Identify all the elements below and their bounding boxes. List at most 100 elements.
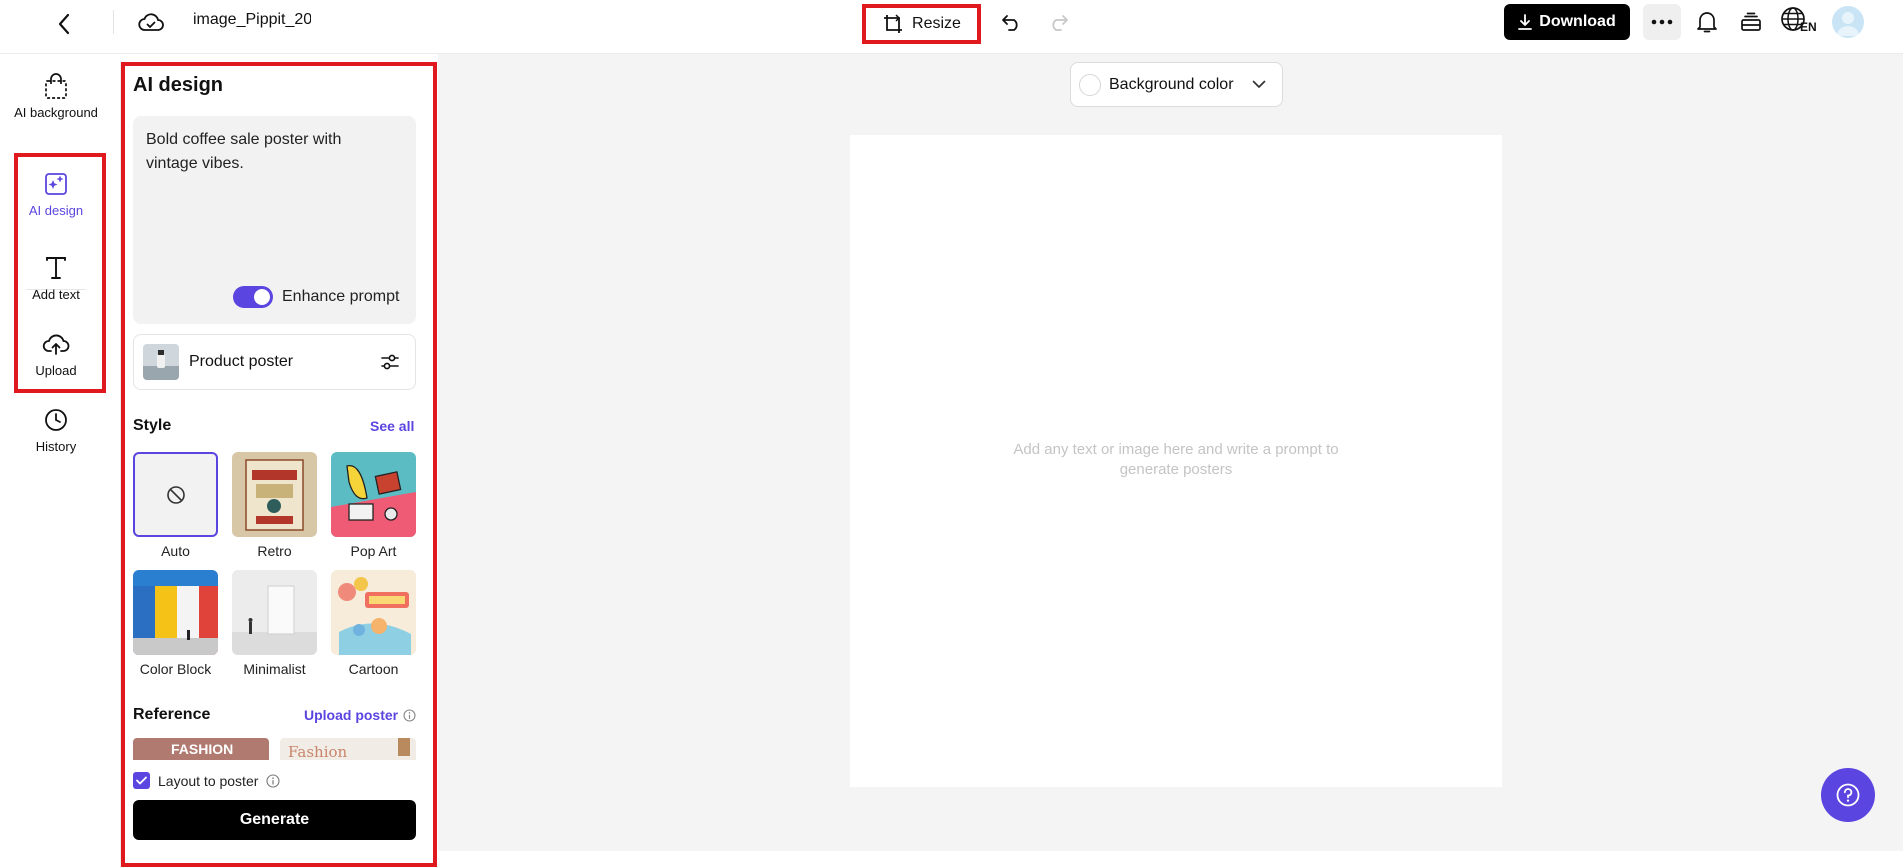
style-color-block[interactable]: Color Block bbox=[133, 570, 218, 677]
panel-title: AI design bbox=[133, 74, 224, 96]
upload-poster-label: Upload poster bbox=[304, 707, 399, 723]
rail-item-ai-background[interactable]: AI background bbox=[14, 72, 98, 121]
help-button[interactable] bbox=[1821, 768, 1875, 822]
notifications-button[interactable] bbox=[1692, 7, 1722, 37]
redo-icon bbox=[1052, 15, 1068, 31]
style-label: Pop Art bbox=[350, 543, 397, 559]
tool-rail: AI background AI design Add text Upload bbox=[0, 54, 112, 867]
rail-item-label: History bbox=[35, 439, 77, 454]
rail-item-upload[interactable]: Upload bbox=[14, 330, 98, 379]
top-bar: image_Pippit_20 Resize Download EN bbox=[0, 0, 1903, 54]
background-color-button[interactable]: Background color bbox=[1070, 62, 1283, 107]
style-label: Color Block bbox=[139, 661, 212, 677]
style-cartoon[interactable]: Cartoon bbox=[331, 570, 416, 677]
info-icon[interactable] bbox=[266, 773, 280, 788]
bag-icon bbox=[42, 72, 70, 100]
generate-button[interactable]: Generate bbox=[133, 800, 416, 840]
canvas-workspace: Background color Add any text or image h… bbox=[438, 54, 1903, 851]
undo-icon bbox=[1002, 15, 1018, 31]
upload-poster-link[interactable]: Upload poster bbox=[304, 707, 416, 723]
layout-to-poster-checkbox[interactable] bbox=[133, 772, 150, 789]
bottom-strip bbox=[438, 851, 1903, 867]
poster-type-selector[interactable]: Product poster bbox=[133, 334, 416, 390]
style-thumbnail bbox=[331, 570, 416, 655]
style-thumbnail bbox=[232, 570, 317, 655]
reference-thumbnails: FASHION Fashion bbox=[133, 738, 416, 760]
resize-icon bbox=[884, 14, 903, 33]
style-thumbnail bbox=[331, 452, 416, 537]
more-options-button[interactable] bbox=[1643, 4, 1681, 40]
reference-section-title: Reference bbox=[133, 706, 211, 723]
user-icon bbox=[1837, 12, 1859, 36]
style-label: Minimalist bbox=[243, 661, 306, 677]
enhance-prompt-row: Enhance prompt bbox=[233, 286, 399, 308]
text-icon bbox=[42, 254, 70, 282]
resize-button[interactable]: Resize bbox=[862, 4, 981, 44]
layers-icon bbox=[1741, 12, 1761, 31]
style-retro[interactable]: Retro bbox=[232, 452, 317, 559]
style-thumbnail bbox=[232, 452, 317, 537]
see-all-link[interactable]: See all bbox=[370, 418, 414, 434]
info-icon bbox=[403, 708, 416, 722]
canvas-hint: Add any text or image here and write a p… bbox=[1013, 441, 1339, 478]
file-name[interactable]: image_Pippit_20 bbox=[193, 11, 311, 29]
undo-button[interactable] bbox=[997, 8, 1027, 36]
reference-thumb[interactable]: FASHION bbox=[133, 738, 269, 760]
sliders-icon[interactable] bbox=[379, 351, 401, 373]
layout-to-poster-row: Layout to poster bbox=[133, 772, 280, 789]
style-minimalist[interactable]: Minimalist bbox=[232, 570, 317, 677]
color-swatch bbox=[1079, 73, 1101, 96]
download-icon bbox=[1518, 14, 1533, 30]
check-icon bbox=[136, 776, 147, 785]
rail-item-ai-design[interactable]: AI design bbox=[14, 162, 98, 228]
rail-item-add-text[interactable]: Add text bbox=[14, 254, 98, 303]
ai-design-icon bbox=[42, 170, 70, 198]
clock-icon bbox=[42, 406, 70, 434]
rail-item-label: Add text bbox=[32, 287, 80, 302]
chevron-down-icon bbox=[1252, 80, 1265, 88]
rail-item-history[interactable]: History bbox=[14, 406, 98, 455]
download-button[interactable]: Download bbox=[1504, 4, 1630, 40]
resize-label: Resize bbox=[912, 15, 961, 32]
language-code: EN bbox=[1800, 20, 1817, 34]
background-color-label: Background color bbox=[1109, 75, 1234, 93]
style-label: Cartoon bbox=[348, 661, 399, 677]
app-root: image_Pippit_20 Resize Download EN AI ba… bbox=[0, 0, 1903, 867]
chevron-left-icon bbox=[58, 13, 70, 35]
poster-type-thumbnail bbox=[143, 344, 179, 380]
download-label: Download bbox=[1539, 13, 1616, 30]
style-auto[interactable]: Auto bbox=[133, 452, 218, 559]
redo-button[interactable] bbox=[1043, 8, 1073, 36]
poster-type-label: Product poster bbox=[189, 353, 294, 370]
style-thumbnail bbox=[133, 570, 218, 655]
decoration bbox=[398, 738, 410, 756]
divider bbox=[113, 10, 114, 34]
prompt-textarea[interactable]: Bold coffee sale poster with vintage vib… bbox=[133, 116, 416, 324]
bell-icon bbox=[1697, 12, 1717, 33]
reference-thumb-text: FASHION bbox=[171, 741, 234, 757]
avatar[interactable] bbox=[1832, 6, 1864, 38]
rail-item-label: AI background bbox=[14, 105, 98, 120]
rail-item-label: Upload bbox=[35, 363, 77, 378]
ai-design-panel: AI design Bold coffee sale poster with v… bbox=[120, 62, 438, 867]
style-section-title: Style bbox=[133, 417, 172, 434]
reference-thumb-text: Fashion bbox=[288, 743, 348, 760]
style-label: Retro bbox=[257, 543, 292, 559]
enhance-prompt-toggle[interactable] bbox=[233, 286, 273, 308]
help-icon bbox=[1836, 783, 1860, 807]
language-button[interactable]: EN bbox=[1780, 6, 1818, 38]
layers-button[interactable] bbox=[1736, 7, 1766, 37]
poster-canvas[interactable]: Add any text or image here and write a p… bbox=[850, 135, 1502, 787]
cloud-sync-icon[interactable] bbox=[136, 8, 166, 36]
layout-to-poster-label: Layout to poster bbox=[158, 772, 259, 789]
enhance-prompt-label: Enhance prompt bbox=[282, 288, 400, 305]
style-label: Auto bbox=[161, 543, 190, 559]
rail-item-label: AI design bbox=[28, 203, 84, 218]
more-horizontal-icon bbox=[1651, 19, 1673, 25]
reference-thumb[interactable]: Fashion bbox=[280, 738, 416, 760]
back-button[interactable] bbox=[50, 10, 78, 38]
style-thumbnail bbox=[133, 452, 218, 537]
style-pop-art[interactable]: Pop Art bbox=[331, 452, 416, 559]
upload-cloud-icon bbox=[42, 330, 70, 358]
prompt-text[interactable]: Bold coffee sale poster with vintage vib… bbox=[146, 128, 386, 176]
